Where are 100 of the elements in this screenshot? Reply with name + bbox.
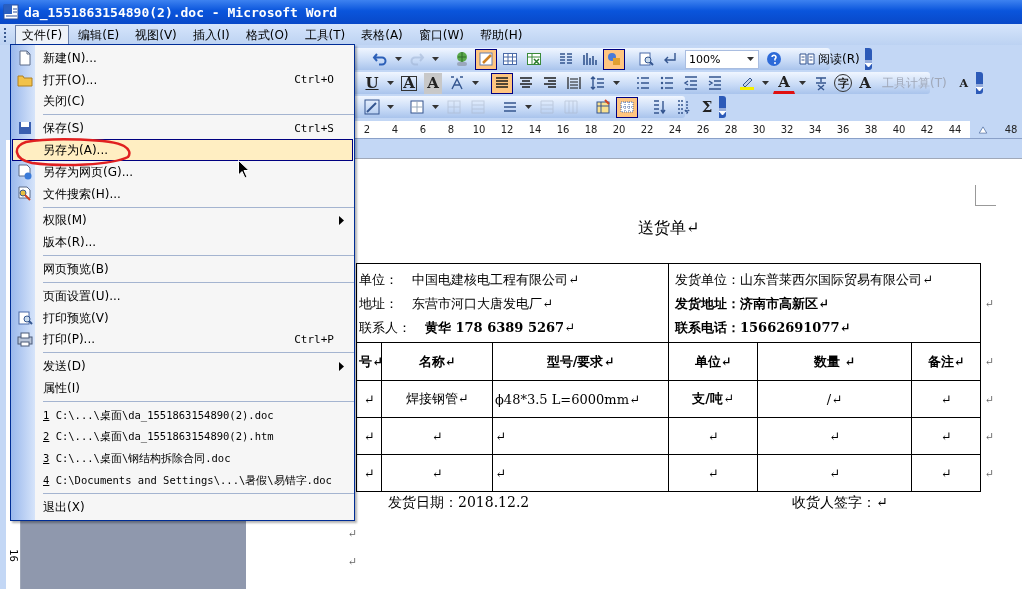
dropdown-arrow-icon[interactable]: [613, 81, 620, 85]
distribute-columns-icon: [563, 99, 579, 115]
sort-ascending-icon: [651, 99, 667, 115]
toolbar-options-button[interactable]: [719, 96, 726, 118]
format-button[interactable]: A: [854, 72, 876, 94]
ruler-number: 22: [639, 124, 655, 135]
menu-bar-item[interactable]: 编辑(E): [71, 24, 127, 45]
format-button[interactable]: A: [952, 72, 975, 94]
dropdown-arrow-icon[interactable]: [395, 57, 402, 61]
help-icon: [766, 51, 782, 67]
recent-file-item[interactable]: 3 C:\...\桌面\钢结构拆除合同.doc: [12, 447, 353, 470]
frame-pencil-button[interactable]: [475, 48, 497, 70]
menu-bar-item[interactable]: 表格(A): [354, 24, 410, 45]
field-label: 地址：: [359, 295, 398, 313]
bar-chart-icon: [582, 51, 598, 67]
table-cell: ↵: [757, 454, 912, 492]
format-button[interactable]: A: [424, 72, 442, 94]
menu-item[interactable]: 打开(O)... Ctrl+O: [12, 68, 353, 91]
format-button[interactable]: A: [398, 72, 420, 94]
ruler-number: 4: [390, 124, 400, 135]
outdent-icon: [683, 75, 699, 91]
menu-item[interactable]: 版本(R)...: [12, 231, 353, 254]
shortcut-label: Ctrl+P: [294, 333, 334, 345]
ruler-number: 40: [891, 124, 907, 135]
menu-item[interactable]: 关闭(C): [12, 90, 353, 113]
frame-pencil-icon: [478, 51, 494, 67]
recent-file-item[interactable]: 1 C:\...\桌面\da_1551863154890(2).doc: [12, 403, 353, 426]
highlighter-icon: [739, 75, 755, 91]
field-value: 中国电建核电工程有限公司↵: [412, 271, 579, 289]
gridlines-button[interactable]: [616, 96, 638, 118]
field-text: 联系电话：15662691077↵: [674, 319, 852, 337]
menu-bar-item[interactable]: 窗口(W): [411, 24, 472, 45]
menu-item[interactable]: 权限(M): [12, 209, 353, 232]
menu-bar-item[interactable]: 视图(V): [128, 24, 184, 45]
table-cell: ↵: [381, 417, 493, 455]
table-cell: ↵: [356, 417, 382, 455]
menu-bar-item[interactable]: 插入(I): [185, 24, 237, 45]
dropdown-arrow-icon[interactable]: [747, 57, 754, 61]
cell-align-icon: [502, 99, 518, 115]
format-button[interactable]: U: [361, 72, 383, 94]
ruler-number: 48: [1003, 124, 1019, 135]
menu-item[interactable]: 文件搜索(H)...: [12, 182, 353, 205]
toolbar-options-button[interactable]: [864, 48, 872, 70]
paragraph-mark: ↵: [348, 526, 359, 540]
menu-item[interactable]: 保存(S) Ctrl+S: [12, 117, 353, 140]
format-button[interactable]: A: [773, 72, 795, 94]
toolbar-options-button[interactable]: [975, 72, 983, 94]
column-header: 名称↵: [381, 342, 493, 381]
table-cell: 支/吨↵: [668, 380, 758, 418]
spreadsheet-icon: [526, 51, 542, 67]
recent-file-item[interactable]: 2 C:\...\桌面\da_1551863154890(2).htm: [12, 425, 353, 448]
table-cell: ↵: [668, 417, 758, 455]
ruler-number: 32: [779, 124, 795, 135]
printer-icon: [17, 331, 33, 348]
field-value: 黄华 178 6389 5267↵: [425, 319, 575, 337]
menu-item[interactable]: 打印预览(V): [12, 306, 353, 329]
menu-item[interactable]: 页面设置(U)...: [12, 284, 353, 307]
indent-marker-icon: [978, 124, 988, 135]
gridlines-icon: [619, 99, 635, 115]
window-title: da_1551863154890(2).doc - Microsoft Word: [24, 4, 338, 20]
undo-icon: [372, 51, 388, 67]
menu-item[interactable]: 另存为(A)...: [12, 139, 353, 161]
toolbar-text-button[interactable]: 阅读(R): [794, 48, 865, 70]
dropdown-arrow-icon[interactable]: [762, 81, 769, 85]
menu-item[interactable]: 属性(I): [12, 377, 353, 399]
recent-file-item[interactable]: 4 C:\Documents and Settings\...\暑假\易错字.doc: [12, 469, 353, 492]
menu-bar-item[interactable]: 文件(F): [15, 24, 70, 45]
dropdown-arrow-icon[interactable]: [432, 105, 439, 109]
columns-icon: [558, 51, 574, 67]
dropdown-arrow-icon[interactable]: [799, 81, 806, 85]
ruler-number: 8: [446, 124, 456, 135]
word-document-icon: [3, 4, 19, 20]
paragraph-mark: ↵: [980, 454, 1005, 492]
dropdown-arrow-icon[interactable]: [387, 81, 394, 85]
dropdown-arrow-icon[interactable]: [525, 105, 532, 109]
dropdown-arrow-icon[interactable]: [472, 81, 479, 85]
menu-item[interactable]: 发送(D): [12, 355, 353, 378]
menu-item[interactable]: 新建(N)...: [12, 47, 353, 69]
field-label: 联系人：: [359, 319, 411, 337]
draw-table-button[interactable]: [361, 96, 383, 118]
dropdown-arrow-icon[interactable]: [387, 105, 394, 109]
menu-item[interactable]: 另存为网页(G)...: [12, 161, 353, 183]
menu-bar-item[interactable]: 工具(T): [297, 24, 353, 45]
field-value: 东营市河口大唐发电厂↵: [412, 295, 553, 313]
paragraph-mark: ↵: [348, 554, 359, 568]
character-scale-icon: [449, 75, 465, 91]
align-justify-button[interactable]: [491, 72, 513, 94]
menu-bar-item[interactable]: 格式(O): [238, 24, 296, 45]
field-text: 发货单位：山东普莱西尔国际贸易有限公司↵: [674, 271, 934, 289]
menu-item[interactable]: 打印(P)... Ctrl+P: [12, 328, 353, 351]
format-button[interactable]: Σ: [696, 96, 718, 118]
dropdown-arrow-icon[interactable]: [432, 57, 439, 61]
shapes-icon: [606, 51, 622, 67]
zoom-field[interactable]: 100%: [685, 49, 759, 69]
shapes-button[interactable]: [603, 48, 625, 70]
menu-item[interactable]: 网页预览(B): [12, 258, 353, 280]
menu-item[interactable]: 退出(X): [12, 496, 353, 518]
menu-bar-item[interactable]: 帮助(H): [473, 24, 530, 45]
book-icon: [799, 51, 815, 67]
insert-table-icon: [446, 99, 462, 115]
